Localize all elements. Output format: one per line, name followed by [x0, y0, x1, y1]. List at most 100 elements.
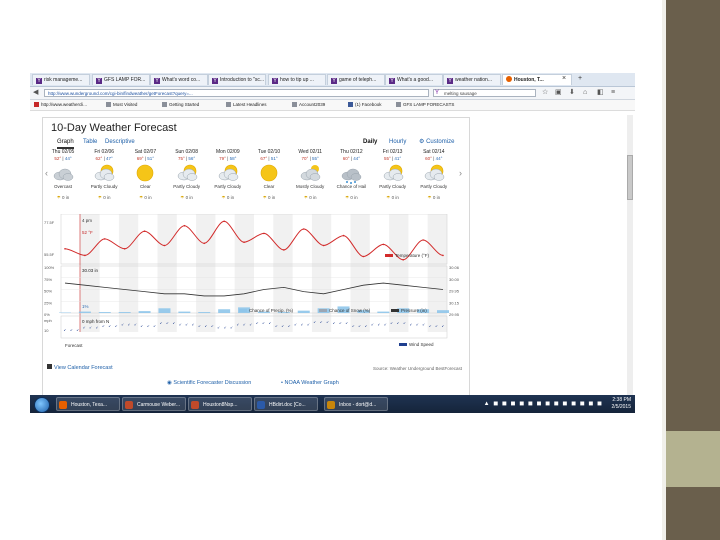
browser-tab[interactable]: Y GFS LAMP FOR...: [92, 74, 150, 85]
taskbar-item[interactable]: Inbox - dort@d...: [324, 397, 388, 411]
bookmark-item[interactable]: Most Visited: [106, 101, 137, 109]
bookmark-item[interactable]: (1) Facebook: [348, 101, 382, 109]
app-icon: [257, 401, 265, 409]
back-icon[interactable]: ◀: [33, 89, 38, 97]
system-tray-icons[interactable]: ▲ ◼ ◼ ◼ ◼ ◼ ◼ ◼ ◼ ◼ ◼ ◼ ◼ ◼: [484, 400, 603, 407]
scientific-discussion-label: Scientific Forecaster Discussion: [173, 380, 252, 386]
night-band: [234, 214, 254, 332]
customize-label: Customize: [426, 139, 455, 145]
low-temp: 44°: [64, 156, 72, 161]
bookmark-icon: [162, 102, 167, 107]
clock[interactable]: 2:38 PM 2/5/2015: [612, 397, 631, 411]
new-tab-icon[interactable]: +: [578, 75, 582, 83]
high-temp: 70°: [301, 156, 309, 161]
firefox-icon: [506, 76, 512, 82]
low-temp: 41°: [394, 156, 402, 161]
wind-arrow: ↙: [204, 324, 207, 328]
low-temp: 51°: [270, 156, 278, 161]
wind-arrow: ↙: [339, 321, 342, 325]
nws-graph-link[interactable]: • NOAA Weather Graph: [281, 380, 339, 386]
wind-arrow: ↙: [224, 325, 227, 329]
browser-tab-label: Houston, T...: [514, 77, 544, 83]
page-scrollbar[interactable]: [627, 115, 633, 395]
taskbar-item[interactable]: HBdirt.doc [Co...: [254, 397, 318, 411]
taskbar-item[interactable]: Carmouse Weber...: [122, 397, 186, 411]
high-temp: 55°: [383, 156, 391, 161]
view-calendar-link[interactable]: View Calendar Forecast: [47, 364, 113, 371]
wind-arrow: ↙: [198, 324, 201, 328]
precip-annotation: 1%: [82, 304, 89, 309]
browser-tab[interactable]: Y What's word co...: [150, 74, 208, 85]
bookmark-item[interactable]: GFS LAMP FORECASTS: [396, 101, 454, 109]
cloud-icon: [381, 162, 405, 184]
browser-tab[interactable]: Yweather nation...: [443, 74, 501, 85]
precip-amount: ☂ 0 in: [125, 195, 165, 201]
wind-arrow: ↙: [140, 324, 143, 328]
wind-arrow: ↙: [172, 321, 175, 325]
temp-tick: 55.5F: [44, 252, 55, 257]
pocket-icon[interactable]: ◧: [597, 89, 604, 97]
bookmark-label: Getting Started: [169, 102, 200, 107]
browser-tab[interactable]: Y Introduction to "sc...: [208, 74, 266, 85]
day-column: Tue 02/10 67° | 51° Clear ☂ 0 in: [249, 149, 289, 201]
day-column: Sat 02/14 60° | 44° Partly Cloudy ☂ 0 in: [414, 149, 454, 201]
next-days-arrow[interactable]: ›: [459, 168, 462, 178]
search-input[interactable]: melting sausage: [433, 89, 536, 97]
star-icon[interactable]: ☆: [542, 89, 548, 97]
wind-arrow: ↙: [358, 324, 361, 328]
snow-legend: Chance of Snow (%): [329, 308, 371, 313]
mode-hourly[interactable]: Hourly: [389, 138, 406, 147]
wind-arrow: ↙: [429, 324, 432, 328]
wind-arrow: ↙: [333, 321, 336, 325]
reader-icon[interactable]: ▣: [555, 89, 562, 97]
tab-table[interactable]: Table: [83, 138, 97, 147]
start-button[interactable]: [34, 397, 50, 413]
umbrella-icon: ☂: [221, 195, 226, 200]
yahoo-icon: Y: [154, 78, 160, 84]
high-temp: 67°: [260, 156, 268, 161]
bookmark-icon: [396, 102, 401, 107]
customize-link[interactable]: ⚙ Customize: [419, 138, 454, 147]
tab-graph[interactable]: Graph: [57, 138, 74, 149]
bookmark-item[interactable]: Latest Headlines: [226, 101, 267, 109]
precip-amount: ☂ 0 in: [373, 195, 413, 201]
browser-tab[interactable]: Yhow to tip up ...: [268, 74, 326, 85]
tab-descriptive[interactable]: Descriptive: [105, 138, 135, 147]
day-column: Fri 02/13 55° | 41° Partly Cloudy ☂ 0 in: [373, 149, 413, 201]
day-label: Fri 02/06: [94, 149, 115, 155]
menu-icon[interactable]: ≡: [611, 89, 615, 97]
browser-tab[interactable]: Yrisk manageme...: [32, 74, 90, 85]
close-tab-icon[interactable]: ×: [562, 75, 566, 83]
temperature-point: [64, 248, 66, 250]
browser-tab[interactable]: Y What's a good...: [385, 74, 443, 85]
taskbar-item[interactable]: Houston, Texa...: [56, 397, 120, 411]
download-icon[interactable]: ⬇: [569, 89, 575, 97]
day-temps: 52° | 44°: [54, 156, 72, 161]
precip-amount-label: 0 in: [350, 195, 358, 200]
mode-daily[interactable]: Daily: [363, 138, 377, 147]
home-icon[interactable]: ⌂: [583, 89, 587, 97]
taskbar-item[interactable]: Houston8Nsp...: [188, 397, 252, 411]
precip-bar: [297, 310, 310, 313]
precip-amount-label: 0 in: [185, 195, 193, 200]
wind-arrow: ↙: [256, 321, 259, 325]
percent-tick: 0%: [44, 312, 50, 317]
browser-tab[interactable]: Ygame of teleph...: [327, 74, 385, 85]
wind-legend-swatch: [399, 343, 407, 346]
address-bar[interactable]: http://www.wunderground.com/cgi-bin/find…: [44, 89, 429, 97]
bookmark-item[interactable]: Account2039: [292, 101, 325, 109]
app-icon: [327, 401, 335, 409]
page-title: 10-Day Weather Forecast: [51, 122, 177, 134]
bookmark-item[interactable]: Getting Started: [162, 101, 199, 109]
pressure-tick: 30.15: [449, 300, 460, 305]
temperature-point: [103, 238, 106, 240]
day-label: Sat 02/07: [134, 149, 157, 155]
scientific-discussion-link[interactable]: ◉ Scientific Forecaster Discussion: [167, 380, 251, 386]
bookmark-item[interactable]: http://www.weathercli...: [34, 101, 87, 109]
precip-amount: ☂ 0 in: [43, 195, 83, 201]
search-engine-icon[interactable]: Y: [435, 89, 439, 97]
bookmark-icon: [348, 102, 353, 107]
scrollbar-thumb[interactable]: [627, 155, 633, 200]
temperature-point: [203, 242, 206, 245]
bullet-icon: •: [281, 380, 283, 386]
